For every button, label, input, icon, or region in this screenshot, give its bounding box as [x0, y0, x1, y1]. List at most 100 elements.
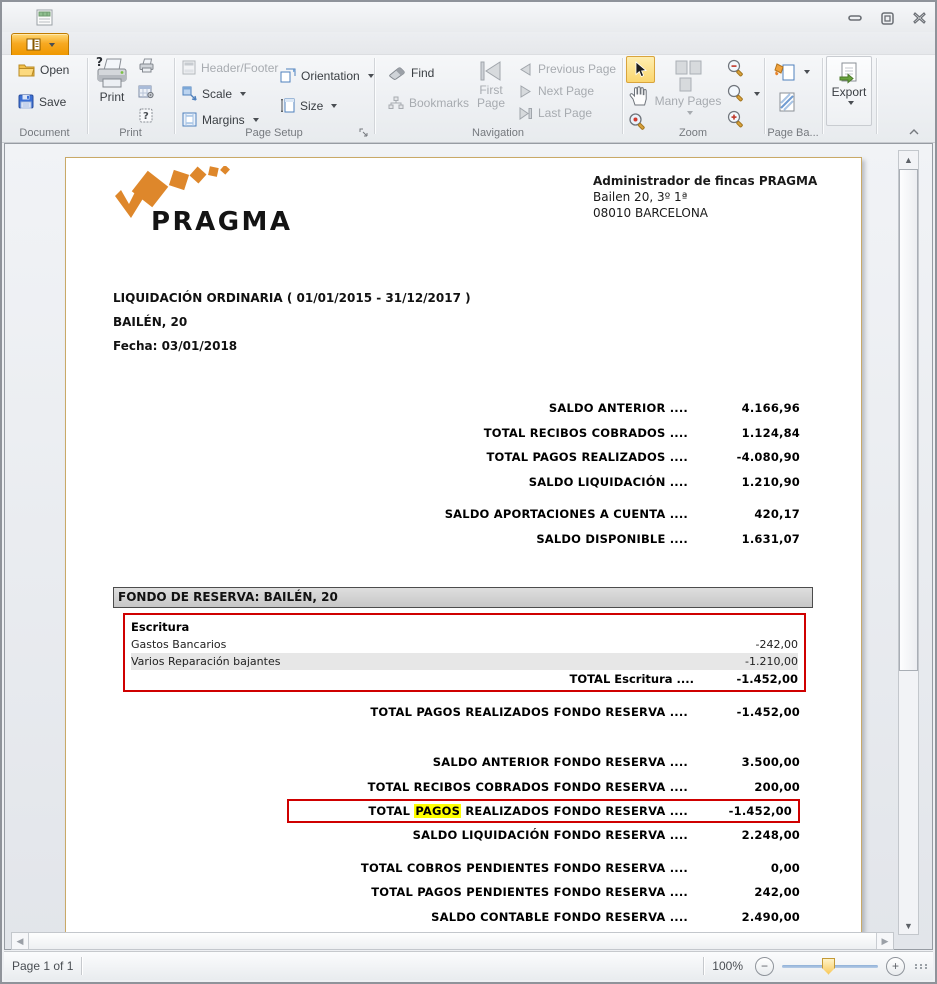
resize-grip[interactable]: [915, 963, 929, 969]
report-row: TOTAL RECIBOS COBRADOS FONDO RESERVA ...…: [113, 775, 800, 800]
escritura-box: Escritura Gastos Bancarios -242,00 Varios …: [123, 613, 806, 692]
vertical-scrollbar[interactable]: ▲ ▼: [898, 150, 919, 935]
zoom-slider[interactable]: [782, 957, 878, 975]
collapse-ribbon-button[interactable]: [907, 124, 921, 142]
escritura-total-row: TOTAL Escritura .... -1.452,00: [131, 670, 798, 688]
report-row: SALDO CONTABLE FONDO RESERVA .... 2.490,0…: [113, 905, 800, 930]
first-page-icon: [480, 61, 501, 81]
header-footer-label: Header/Footer: [201, 60, 279, 75]
row-value: 4.166,96: [741, 401, 800, 416]
zoom-in-status-button[interactable]: +: [886, 956, 905, 976]
row-value: 1.631,07: [741, 531, 800, 546]
row-value: -242,00: [755, 638, 798, 651]
row-label: TOTAL COBROS PENDIENTES FONDO RESERVA ..…: [360, 860, 688, 875]
minimize-button[interactable]: [843, 10, 867, 26]
page-color-button[interactable]: [774, 62, 810, 82]
status-bar: Page 1 of 1 100% − +: [4, 951, 933, 980]
watermark-button[interactable]: [778, 92, 796, 117]
svg-text:?: ?: [96, 56, 103, 69]
group-separator: [822, 58, 823, 134]
sender-block: Administrador de fincas PRAGMA Bailen 20…: [593, 173, 843, 221]
report-row: TOTAL RECIBOS COBRADOS .... 1.124,84: [113, 421, 800, 446]
zoom-percentage: 100%: [712, 959, 743, 973]
zoom-slider-thumb[interactable]: [822, 957, 835, 975]
margins-button[interactable]: Margins: [182, 112, 259, 127]
print-button[interactable]: ? Print: [90, 56, 134, 104]
row-label: Gastos Bancarios: [131, 638, 227, 651]
previous-page-icon: [520, 62, 531, 76]
svg-text:PRAGMA: PRAGMA: [151, 207, 293, 236]
vertical-scroll-thumb[interactable]: [899, 169, 918, 671]
page-setup-dialog-launcher[interactable]: [359, 125, 369, 143]
row-label: TOTAL PAGOS PENDIENTES FONDO RESERVA ...…: [371, 885, 688, 900]
row-value: -1.452,00: [736, 705, 800, 720]
open-button[interactable]: Open: [18, 62, 69, 77]
row-label: SALDO LIQUIDACIÓN FONDO RESERVA ....: [412, 828, 688, 843]
print-help-button[interactable]: ?: [139, 108, 153, 128]
application-menu-button[interactable]: [11, 33, 69, 55]
hand-tool-button[interactable]: [628, 85, 650, 112]
ribbon: Open Save Document ? Print ? Print Heade…: [2, 32, 935, 143]
header-footer-button[interactable]: Header/Footer: [182, 60, 278, 75]
row-value: -4.080,90: [736, 450, 800, 465]
many-pages-button[interactable]: Many Pages: [654, 58, 722, 115]
report-date: Fecha: 03/01/2018: [113, 339, 238, 353]
row-value: 1.210,90: [741, 474, 800, 489]
pointer-tool-button[interactable]: [626, 56, 655, 83]
svg-text:?: ?: [143, 111, 149, 122]
size-icon: [281, 98, 295, 113]
print-options-button[interactable]: [138, 84, 154, 104]
row-value: 200,00: [754, 779, 800, 794]
previous-page-label: Previous Page: [538, 62, 617, 76]
report-row: SALDO DISPONIBLE .... 1.631,07: [113, 527, 800, 552]
group-separator: [622, 58, 623, 134]
scale-button[interactable]: Scale: [182, 86, 247, 101]
horizontal-scrollbar[interactable]: ◀ ▶: [11, 932, 894, 950]
report-title: LIQUIDACIÓN ORDINARIA ( 01/01/2015 - 31/…: [113, 291, 471, 305]
page-info: Page 1 of 1: [12, 959, 74, 973]
next-page-button[interactable]: Next Page: [518, 84, 594, 98]
pragma-logo: PRAGMA: [111, 164, 326, 240]
bookmarks-button[interactable]: Bookmarks: [388, 96, 469, 110]
report-row: SALDO LIQUIDACIÓN FONDO RESERVA .... 2.24…: [113, 823, 800, 848]
zoom-out-status-button[interactable]: −: [755, 956, 774, 976]
export-label: Export: [831, 85, 867, 99]
escritura-title: Escritura: [131, 620, 190, 634]
restore-button[interactable]: [875, 10, 899, 26]
save-button[interactable]: Save: [18, 94, 66, 109]
size-button[interactable]: Size: [280, 98, 338, 113]
close-icon[interactable]: [907, 10, 931, 26]
previous-page-button[interactable]: Previous Page: [518, 62, 616, 76]
sender-address-line: 08010 BARCELONA: [593, 206, 709, 220]
scroll-down-arrow[interactable]: ▼: [899, 917, 918, 934]
summary-rows: SALDO ANTERIOR .... 4.166,96 TOTAL RECIBOS…: [113, 396, 800, 551]
scroll-left-arrow[interactable]: ◀: [12, 933, 28, 949]
orientation-button[interactable]: Orientation: [280, 68, 374, 83]
print-label: Print: [99, 90, 125, 104]
statusbar-separator: [81, 957, 83, 975]
quick-print-button[interactable]: [138, 58, 155, 78]
section-header: FONDO DE RESERVA: BAILÉN, 20: [113, 587, 813, 608]
report-row: SALDO ANTERIOR .... 4.166,96: [113, 396, 800, 421]
row-label: TOTAL RECIBOS COBRADOS ....: [483, 425, 688, 440]
scroll-up-arrow[interactable]: ▲: [899, 151, 918, 168]
group-separator: [174, 58, 175, 134]
last-page-icon: [519, 106, 532, 120]
horizontal-scroll-thumb[interactable]: [28, 933, 877, 949]
scroll-right-arrow[interactable]: ▶: [877, 933, 893, 949]
header-footer-icon: [182, 60, 196, 75]
last-page-button[interactable]: Last Page: [518, 106, 592, 120]
last-page-label: Last Page: [538, 106, 593, 120]
chevron-down-icon: [331, 103, 338, 108]
first-page-button[interactable]: First Page: [470, 58, 512, 110]
chevron-down-icon: [686, 111, 693, 115]
zoom-out-button[interactable]: [726, 59, 746, 83]
zoom-select-button[interactable]: [726, 84, 760, 103]
export-button[interactable]: Export: [826, 56, 872, 126]
row-label: Varios Reparación bajantes: [131, 655, 281, 668]
bookmarks-label: Bookmarks: [409, 96, 470, 110]
chevron-down-icon: [367, 73, 374, 78]
find-button[interactable]: Find: [388, 66, 434, 80]
orientation-icon: [280, 68, 296, 83]
row-label: SALDO ANTERIOR FONDO RESERVA ....: [432, 755, 688, 770]
